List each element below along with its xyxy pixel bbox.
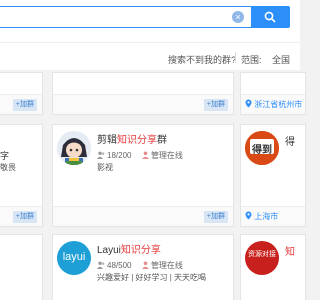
- member-count: 48/500: [107, 261, 132, 270]
- location-pin-icon: [245, 99, 252, 108]
- group-tags: 影视: [97, 163, 113, 172]
- join-group-button[interactable]: +加群: [203, 211, 228, 223]
- admin-status: 管理在线: [150, 261, 183, 270]
- clear-icon[interactable]: ×: [232, 11, 244, 23]
- group-tags: 兴趣爱好 | 好好学习 | 天天吃喝: [97, 273, 207, 282]
- search-button[interactable]: [251, 6, 290, 28]
- range-selector[interactable]: 全国: [272, 53, 290, 66]
- member-count: 18/200: [107, 151, 132, 160]
- group-card[interactable]: 得到 得 上海市: [240, 124, 306, 227]
- group-stats: 48/500 管理在线: [97, 260, 183, 271]
- search-icon: [264, 11, 276, 23]
- card-footer: +加群: [53, 94, 233, 114]
- group-card[interactable]: 字 敬畏 +加群: [0, 124, 43, 227]
- location-text: 上海市: [245, 211, 278, 222]
- group-card[interactable]: layui Layui知识分享 48/500 管理在线 兴趣爱好 | 好好学习 …: [52, 234, 234, 300]
- not-found-link[interactable]: 搜索不到我的群?: [168, 53, 236, 66]
- group-avatar: 得到: [245, 131, 279, 165]
- group-avatar: layui: [57, 241, 91, 275]
- logo-text: layui: [62, 251, 86, 263]
- card-footer: +加群: [0, 94, 42, 114]
- join-group-button[interactable]: +加群: [12, 211, 37, 223]
- filter-bar: 搜索不到我的群? 范围: 全国: [0, 42, 300, 70]
- keyword-highlight: 知识分享: [120, 245, 161, 256]
- members-icon: [97, 261, 105, 269]
- card-footer: 上海市: [241, 206, 305, 226]
- logo-text: 得到: [252, 145, 272, 156]
- group-name-partial[interactable]: 得: [285, 133, 295, 148]
- anime-avatar-image: [57, 131, 91, 165]
- members-icon: [97, 151, 105, 159]
- group-card[interactable]: +加群: [0, 72, 43, 115]
- range-label: 范围:: [241, 55, 262, 65]
- search-input[interactable]: [0, 6, 251, 28]
- location-label: 浙江省杭州市: [254, 100, 303, 109]
- group-avatar: [57, 131, 91, 165]
- location-pin-icon: [245, 211, 252, 220]
- admin-status: 管理在线: [150, 151, 183, 160]
- group-card[interactable]: +加群: [52, 72, 234, 115]
- group-tags-partial: 敬畏: [0, 163, 16, 172]
- join-group-button[interactable]: +加群: [203, 99, 228, 111]
- group-card[interactable]: 剪辑知识分享群 18/200 管理在线 影视 +加群: [52, 124, 234, 227]
- admin-icon: [141, 151, 149, 159]
- card-footer: 浙江省杭州市: [241, 94, 305, 114]
- group-name[interactable]: Layui知识分享: [97, 241, 161, 256]
- search-bar: ×: [0, 0, 300, 42]
- logo-text: 资源对接: [248, 251, 276, 258]
- group-name-partial: 字: [0, 151, 10, 161]
- join-group-button[interactable]: +加群: [12, 99, 37, 111]
- group-card[interactable]: 浙江省杭州市: [240, 72, 306, 115]
- divider: [235, 52, 236, 63]
- group-card[interactable]: 资源对接 知: [240, 234, 306, 300]
- location-text: 浙江省杭州市: [245, 99, 302, 110]
- group-name[interactable]: 剪辑知识分享群: [97, 131, 167, 146]
- card-footer: +加群: [0, 206, 42, 226]
- group-card[interactable]: [0, 234, 43, 300]
- group-avatar: 资源对接: [245, 241, 279, 275]
- group-name-partial[interactable]: 知: [285, 243, 295, 258]
- keyword-highlight: 知识分享: [117, 135, 157, 146]
- location-label: 上海市: [254, 212, 279, 221]
- group-stats: 18/200 管理在线: [97, 150, 183, 161]
- admin-icon: [141, 261, 149, 269]
- card-footer: +加群: [53, 206, 233, 226]
